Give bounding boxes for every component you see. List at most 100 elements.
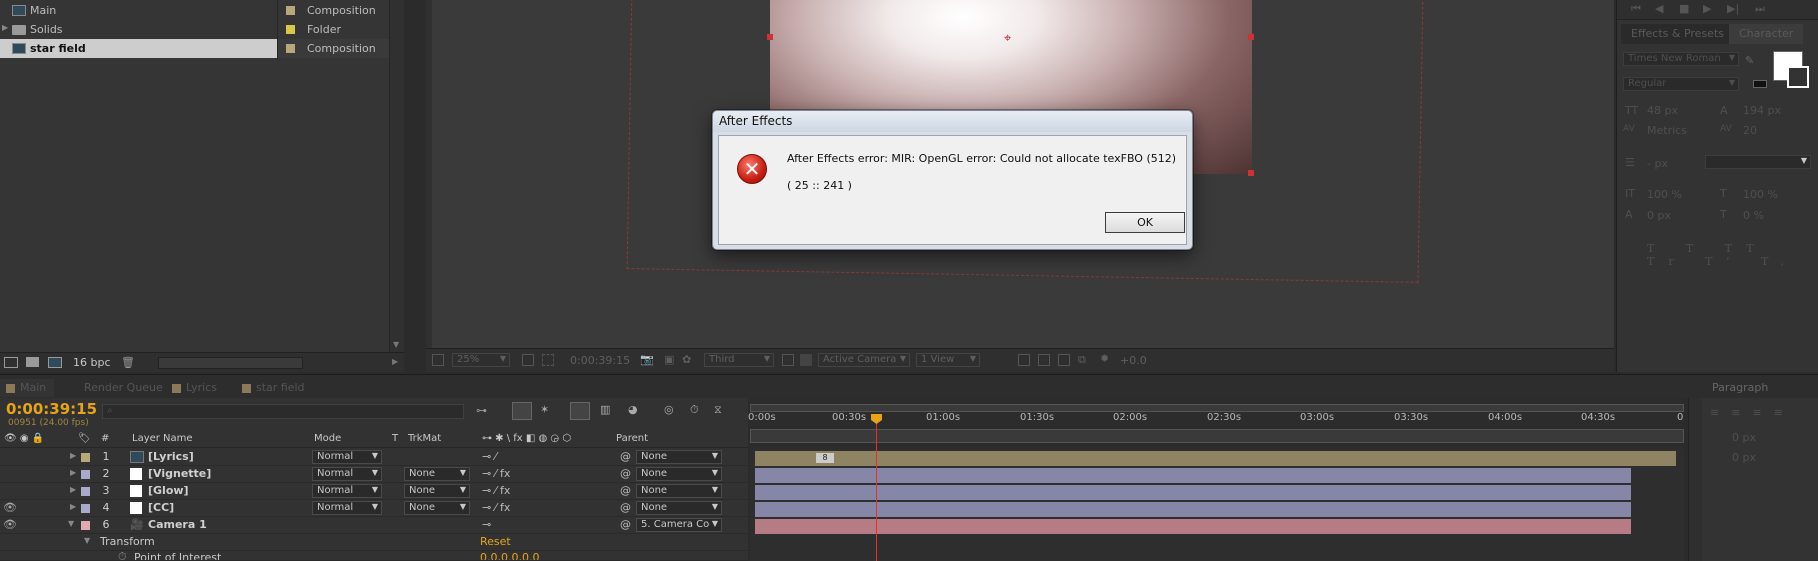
text-style-buttons[interactable]: T T TT Tr T' T, (1647, 242, 1818, 268)
layer-handle[interactable] (1248, 34, 1254, 40)
eye-icon[interactable]: 👁 (3, 518, 17, 531)
column-divider[interactable] (277, 0, 278, 60)
trkmat-dropdown[interactable]: None ▼ (404, 501, 470, 515)
viewer-timecode[interactable]: 0:00:39:15 (570, 354, 630, 367)
parent-dropdown[interactable]: 5. Camera Co ▼ (636, 518, 722, 532)
blend-mode-dropdown[interactable]: Normal ▼ (312, 450, 382, 464)
layer-label-swatch[interactable] (81, 487, 90, 496)
dialog-title[interactable]: After Effects (713, 111, 1192, 132)
trkmat-dropdown[interactable]: None ▼ (404, 484, 470, 498)
label-swatch[interactable] (286, 6, 295, 15)
expand-triangle-icon[interactable]: ▶ (2, 23, 8, 32)
layer-row[interactable]: ▶ 2 [Vignette] Normal ▼ None ▼ ⊸ ⁄ fx @ No… (0, 466, 748, 483)
expand-triangle-icon[interactable]: ▶ (70, 451, 76, 460)
layer-label-swatch[interactable] (81, 453, 90, 462)
blend-mode-dropdown[interactable]: Normal ▼ (312, 484, 382, 498)
prev-frame-icon[interactable]: ◀ (1655, 2, 1663, 15)
tab-lyrics[interactable]: Lyrics (166, 379, 225, 397)
leading-value[interactable]: 194 px (1743, 104, 1781, 117)
camera-dropdown[interactable]: Active Camera ▼ (818, 353, 910, 367)
pickwhip-icon[interactable]: @ (620, 467, 631, 480)
layer-name[interactable]: Camera 1 (148, 518, 207, 531)
layer-handle[interactable] (1248, 170, 1254, 176)
last-frame-icon[interactable]: ⏭ (1755, 2, 1765, 16)
always-preview-icon[interactable] (432, 354, 444, 366)
property-row[interactable]: ⏱ Point of Interest 0.0,0.0,0.0 (0, 551, 748, 561)
trkmat-dropdown[interactable]: None ▼ (404, 467, 470, 481)
timeline-vscroll[interactable] (1688, 398, 1702, 561)
layer-label-swatch[interactable] (81, 470, 90, 479)
first-frame-icon[interactable]: ⏮ (1631, 2, 1641, 16)
stroke-order-dropdown[interactable]: ▼ (1705, 155, 1811, 169)
label-header-icon[interactable]: 🏷 (78, 433, 91, 444)
timeline-icon[interactable] (1058, 354, 1070, 366)
timeline-search-input[interactable]: ⌕ (102, 404, 464, 419)
parent-dropdown[interactable]: None ▼ (636, 484, 722, 498)
anchor-point-icon[interactable]: ⌖ (1004, 31, 1011, 46)
pickwhip-icon[interactable]: @ (620, 501, 631, 514)
pickwhip-icon[interactable]: @ (620, 518, 631, 531)
tracking-value[interactable]: 20 (1743, 124, 1757, 137)
tab-character[interactable]: Character (1729, 24, 1804, 44)
stroke-width-value[interactable]: - px (1647, 157, 1668, 170)
kerning-value[interactable]: Metrics (1647, 124, 1687, 137)
snapshot-icon[interactable]: 📷 (640, 353, 654, 366)
project-item-solids[interactable]: ▶ Solids Folder (0, 20, 404, 39)
stroke-color-swatch[interactable] (1787, 66, 1809, 88)
toggle-pixel-aspect-icon[interactable] (1018, 354, 1030, 366)
horizontal-scale-value[interactable]: 100 % (1743, 188, 1778, 201)
views-dropdown[interactable]: 1 View ▼ (916, 353, 980, 367)
next-frame-icon[interactable]: ▶| (1727, 2, 1739, 15)
layer-switches[interactable]: ⊸ ⁄ fx (482, 467, 510, 480)
ok-button[interactable]: OK (1105, 212, 1185, 233)
label-swatch[interactable] (286, 44, 295, 53)
font-family-dropdown[interactable]: Times New Roman ▼ (1623, 52, 1739, 66)
play-icon[interactable]: ▶ (1703, 2, 1711, 15)
layer-row[interactable]: 👁 ▶ 4 [CC] Normal ▼ None ▼ ⊸ ⁄ fx @ None ▼ (0, 500, 748, 517)
fit-icon[interactable] (522, 354, 534, 366)
black-swatch[interactable] (1753, 80, 1767, 88)
expand-triangle-icon[interactable]: ▶ (70, 468, 76, 477)
show-snapshot-icon[interactable]: ▣ (664, 353, 674, 366)
exposure-value[interactable]: +0.0 (1120, 354, 1147, 367)
current-time-indicator[interactable] (876, 418, 877, 561)
zoom-navigator[interactable] (750, 429, 1684, 443)
layer-name[interactable]: [CC] (148, 501, 174, 514)
time-ruler[interactable] (750, 398, 1684, 450)
brainstorm-icon[interactable]: ◎ (664, 403, 674, 416)
reset-link[interactable]: Reset (480, 535, 511, 548)
font-size-value[interactable]: 48 px (1647, 104, 1678, 117)
layer-duration-bar[interactable] (755, 451, 1676, 466)
project-hscroll[interactable] (158, 357, 303, 369)
stop-icon[interactable]: ■ (1679, 2, 1689, 15)
layer-switches[interactable]: ⊸ (482, 518, 491, 531)
trash-icon[interactable]: 🗑 (121, 356, 135, 369)
tsume-value[interactable]: 0 % (1743, 209, 1764, 222)
transform-group-row[interactable]: ▼ Transform Reset (0, 534, 748, 551)
scroll-right-icon[interactable]: ▶ (392, 357, 398, 366)
grid-icon[interactable] (542, 354, 554, 366)
new-composition-icon[interactable] (48, 357, 62, 368)
indent-left-value[interactable]: 0 px (1732, 431, 1756, 444)
blend-mode-dropdown[interactable]: Normal ▼ (312, 501, 382, 515)
layer-row[interactable]: ▶ 3 [Glow] Normal ▼ None ▼ ⊸ ⁄ fx @ None ▼ (0, 483, 748, 500)
property-value[interactable]: 0.0,0.0,0.0 (480, 551, 539, 560)
project-item-star-field[interactable]: star field Composition (0, 39, 404, 58)
pickwhip-icon[interactable]: @ (620, 484, 631, 497)
zoom-dropdown[interactable]: 25% ▼ (452, 353, 510, 367)
work-area-bar[interactable] (750, 404, 1684, 412)
eye-icon[interactable]: 👁 (3, 501, 17, 514)
pickwhip-icon[interactable]: @ (620, 450, 631, 463)
eyedropper-icon[interactable]: ✎ (1745, 54, 1754, 67)
layer-name[interactable]: [Glow] (148, 484, 189, 497)
draft-3d-icon[interactable]: ✶ (540, 403, 549, 416)
blend-mode-dropdown[interactable]: Normal ▼ (312, 467, 382, 481)
baseline-shift-value[interactable]: 0 px (1647, 209, 1671, 222)
layer-label-swatch[interactable] (81, 521, 90, 530)
layer-duration-bar[interactable] (755, 468, 1631, 483)
resolution-dropdown[interactable]: Third ▼ (704, 353, 774, 367)
layer-marker[interactable]: 8 (816, 453, 834, 463)
tab-star-field[interactable]: star field (236, 379, 313, 397)
tab-effects-presets[interactable]: Effects & Presets (1621, 24, 1734, 44)
hide-shy-layers-icon[interactable] (570, 402, 590, 420)
